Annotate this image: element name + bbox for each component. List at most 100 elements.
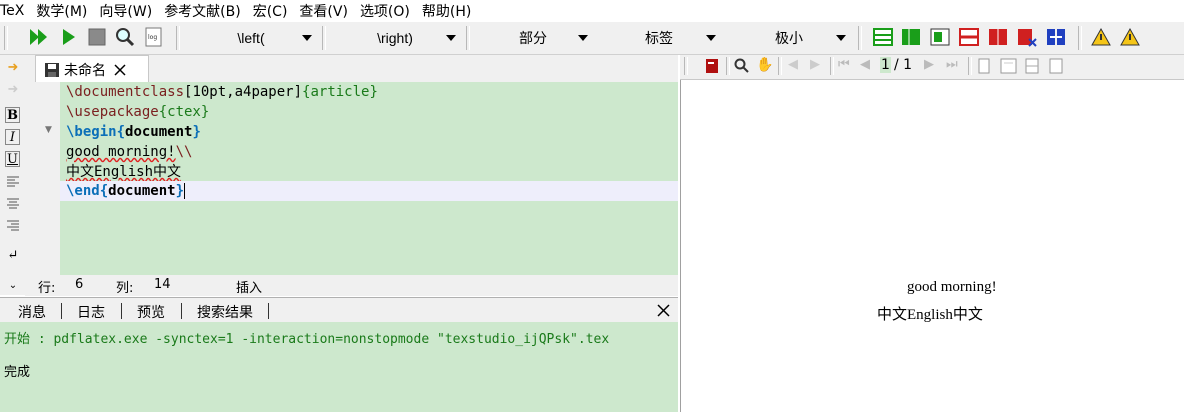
menu-wizards[interactable]: 向导(W)	[93, 1, 158, 21]
add-column-icon[interactable]	[900, 26, 922, 48]
align-left-icon[interactable]	[5, 173, 21, 189]
arrow-right-icon[interactable]: ➜	[5, 81, 21, 97]
toolbar-separator	[830, 57, 834, 75]
chevron-down-icon[interactable]: ⌄	[5, 277, 21, 293]
tab-preview[interactable]: 预览	[137, 302, 165, 322]
menu-options[interactable]: 选项(O)	[354, 1, 416, 21]
code-line-3: \begin{document}	[66, 124, 201, 140]
underline-icon[interactable]: U	[5, 151, 20, 167]
code-line-6: \end{document}	[66, 183, 186, 199]
bold-icon[interactable]: B	[5, 107, 20, 123]
tab-untitled[interactable]: 未命名	[35, 55, 149, 83]
menu-macros[interactable]: 宏(C)	[247, 1, 294, 21]
menu-help[interactable]: 帮助(H)	[416, 1, 477, 21]
menu-bar: TeX 数学(M) 向导(W) 参考文献(B) 宏(C) 查看(V) 选项(O)…	[0, 0, 1184, 22]
tab-search-results[interactable]: 搜索结果	[197, 302, 253, 322]
menu-math[interactable]: 数学(M)	[30, 1, 93, 21]
right-delimiter-value: \right)	[377, 30, 413, 46]
compile-done-line: 完成	[4, 365, 31, 380]
toolbar-separator	[4, 26, 8, 50]
back-icon[interactable]: ◀	[788, 57, 798, 72]
stop-icon[interactable]	[86, 26, 108, 48]
page-total: / 1	[894, 57, 913, 73]
error-icon[interactable]	[1119, 26, 1141, 48]
single-page-icon[interactable]	[976, 58, 992, 74]
right-delimiter-combo[interactable]: \right)	[328, 26, 462, 50]
section-value: 部分	[519, 30, 547, 46]
column-value: 14	[154, 277, 171, 292]
close-icon[interactable]	[114, 63, 126, 76]
line-gutter: ▼	[25, 82, 60, 275]
font-size-combo[interactable]: 极小	[726, 26, 852, 50]
view-log-icon[interactable]: log	[143, 26, 165, 48]
build-and-view-icon[interactable]	[28, 26, 50, 48]
tab-log[interactable]: 日志	[77, 302, 105, 322]
left-delimiter-combo[interactable]: \left(	[184, 26, 318, 50]
fit-page-icon[interactable]	[1048, 58, 1064, 74]
delete-column-icon[interactable]	[1016, 26, 1038, 48]
current-line-highlight: \end{document}	[60, 181, 678, 201]
dropdown-arrow-icon	[446, 35, 456, 41]
next-page-icon[interactable]: ▶	[924, 57, 934, 72]
label-value: 标签	[645, 30, 673, 46]
remove-column-icon[interactable]	[987, 26, 1009, 48]
close-icon[interactable]	[657, 304, 670, 317]
structure-side-strip: ➜ ➜ B I U ↵ ⌄	[0, 55, 25, 295]
pdf-toolbar: ✋ ◀ ▶ ⏮ ◀ 1 / 1 ▶ ⏭	[680, 55, 1184, 80]
message-output: 开始 : pdflatex.exe -synctex=1 -interactio…	[0, 322, 678, 412]
main-toolbar: log \left( \right) 部分 标签 极小	[0, 22, 1184, 55]
code-line-5: 中文English中文	[66, 164, 182, 180]
align-right-icon[interactable]	[5, 217, 21, 233]
pdf-text-line-1: good morning!	[907, 279, 997, 295]
toolbar-separator	[726, 57, 730, 75]
tab-messages[interactable]: 消息	[18, 302, 46, 322]
toolbar-separator	[322, 26, 326, 50]
search-icon[interactable]	[734, 58, 750, 74]
section-combo[interactable]: 部分	[472, 26, 594, 50]
left-delimiter-value: \left(	[237, 30, 265, 46]
label-combo[interactable]: 标签	[596, 26, 722, 50]
font-size-value: 极小	[775, 30, 803, 46]
arrow-left-icon[interactable]: ➜	[5, 59, 21, 75]
code-line-1: \documentclass[10pt,a4paper]{article}	[66, 84, 378, 100]
pdf-file-icon[interactable]	[704, 58, 720, 74]
remove-row-icon[interactable]	[958, 26, 980, 48]
menu-tex[interactable]: TeX	[0, 3, 30, 19]
page-number-input[interactable]: 1	[880, 57, 891, 73]
previous-page-icon[interactable]: ◀	[860, 57, 870, 72]
svg-text:log: log	[148, 34, 157, 41]
pdf-text-line-2: 中文English中文	[877, 307, 983, 323]
code-line-2: \usepackage{ctex}	[66, 104, 210, 120]
align-column-icon[interactable]	[929, 26, 951, 48]
fit-width-icon[interactable]	[1024, 58, 1040, 74]
first-page-icon[interactable]: ⏮	[838, 57, 850, 72]
fold-marker-icon[interactable]: ▼	[45, 125, 52, 135]
continuous-icon[interactable]	[1000, 58, 1018, 74]
compile-start-line: 开始 : pdflatex.exe -synctex=1 -interactio…	[4, 332, 610, 347]
add-row-icon[interactable]	[872, 26, 894, 48]
message-panel-tabs: 消息 日志 预览 搜索结果	[0, 297, 678, 323]
newline-icon[interactable]: ↵	[5, 247, 21, 263]
pdf-viewer[interactable]: good morning! 中文English中文	[680, 80, 1184, 412]
editor-status-bar: 行: 6 列: 14 插入	[25, 275, 678, 296]
compile-icon[interactable]	[58, 26, 80, 48]
italic-icon[interactable]: I	[5, 129, 20, 145]
editor-tab-bar: 未命名	[25, 55, 678, 83]
align-center-icon[interactable]	[5, 195, 21, 211]
dropdown-arrow-icon	[836, 35, 846, 41]
menu-bibliography[interactable]: 参考文献(B)	[158, 1, 247, 21]
dropdown-arrow-icon	[302, 35, 312, 41]
toolbar-separator	[968, 57, 972, 75]
hand-tool-icon[interactable]: ✋	[756, 57, 773, 73]
dropdown-arrow-icon	[578, 35, 588, 41]
split-table-icon[interactable]	[1045, 26, 1067, 48]
view-pdf-icon[interactable]	[114, 26, 136, 48]
forward-icon[interactable]: ▶	[810, 57, 820, 72]
code-editor[interactable]: \documentclass[10pt,a4paper]{article} \u…	[60, 82, 678, 275]
warning-icon[interactable]	[1090, 26, 1112, 48]
toolbar-separator	[778, 57, 782, 75]
toolbar-separator	[466, 26, 470, 50]
last-page-icon[interactable]: ⏭	[946, 57, 958, 72]
menu-view[interactable]: 查看(V)	[293, 1, 354, 21]
row-value: 6	[75, 277, 84, 292]
